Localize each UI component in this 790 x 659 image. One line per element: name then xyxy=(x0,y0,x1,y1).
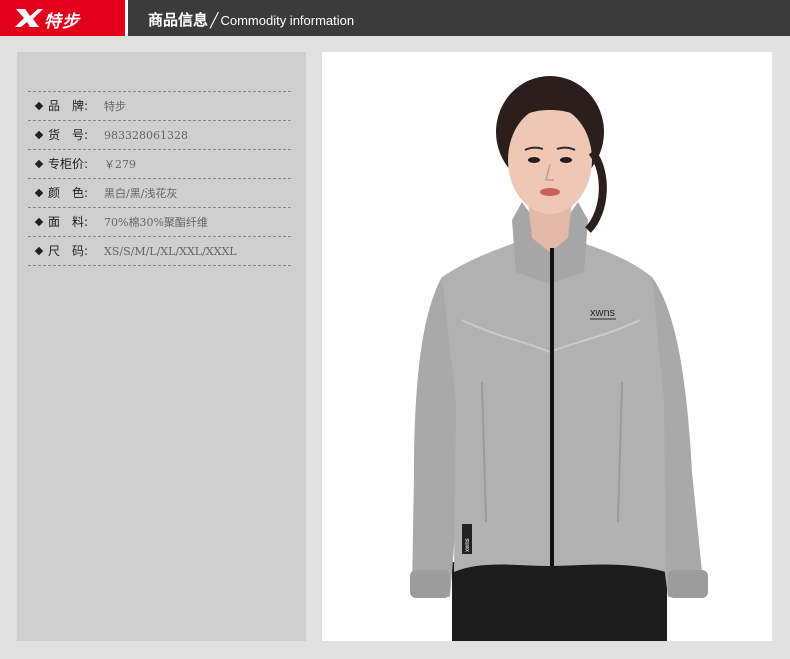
product-info-panel: 品 牌: 特步 货 号: 983328061328 专柜价: ￥279 颜 色: 黑白/… xyxy=(17,52,306,641)
info-value: 黑白/黑/浅花灰 xyxy=(104,187,178,200)
title-slash: ╱ xyxy=(210,13,219,29)
info-value: 70%棉30%聚酯纤维 xyxy=(104,216,208,229)
product-photo[interactable]: xwns xwns xyxy=(322,52,772,641)
product-info-list: 品 牌: 特步 货 号: 983328061328 专柜价: ￥279 颜 色: 黑白/… xyxy=(28,91,291,266)
diamond-bullet-icon xyxy=(34,159,44,169)
info-row-size: 尺 码: XS/S/M/L/XL/XXL/XXXL xyxy=(28,237,291,266)
section-title-zh: 商品信息 xyxy=(148,11,209,29)
info-label: 品 牌: xyxy=(48,99,89,113)
x-logo-icon xyxy=(15,9,43,27)
hem-tag: xwns xyxy=(465,538,471,552)
chest-logo: xwns xyxy=(590,307,616,319)
diamond-bullet-icon xyxy=(34,217,44,227)
diamond-bullet-icon xyxy=(34,188,44,198)
brand-name: 特步 xyxy=(44,12,80,32)
info-label: 货 号: xyxy=(48,128,89,142)
diamond-bullet-icon xyxy=(34,130,44,140)
diamond-bullet-icon xyxy=(34,246,44,256)
section-title: 商品信息 ╱ Commodity information xyxy=(148,9,354,30)
info-label: 面 料: xyxy=(48,215,89,229)
section-title-en: Commodity information xyxy=(220,13,355,28)
info-label: 专柜价: xyxy=(48,157,89,171)
info-label: 尺 码: xyxy=(48,244,89,258)
info-row-sku: 货 号: 983328061328 xyxy=(28,121,291,150)
info-label: 颜 色: xyxy=(48,186,89,200)
diamond-bullet-icon xyxy=(34,101,44,111)
info-value: 983328061328 xyxy=(104,129,188,142)
info-row-material: 面 料: 70%棉30%聚酯纤维 xyxy=(28,208,291,237)
brand-logo[interactable]: 特步 xyxy=(0,0,125,36)
info-row-color: 颜 色: 黑白/黑/浅花灰 xyxy=(28,179,291,208)
bar-divider xyxy=(125,0,128,36)
info-value: ￥279 xyxy=(104,158,136,171)
info-value: 特步 xyxy=(104,100,126,113)
info-value: XS/S/M/L/XL/XXL/XXXL xyxy=(104,245,237,258)
info-row-price: 专柜价: ￥279 xyxy=(28,150,291,179)
top-bar: 特步 商品信息 ╱ Commodity information xyxy=(0,0,790,36)
info-row-brand: 品 牌: 特步 xyxy=(28,92,291,121)
model-jacket-illustration: xwns xwns xyxy=(410,76,708,641)
